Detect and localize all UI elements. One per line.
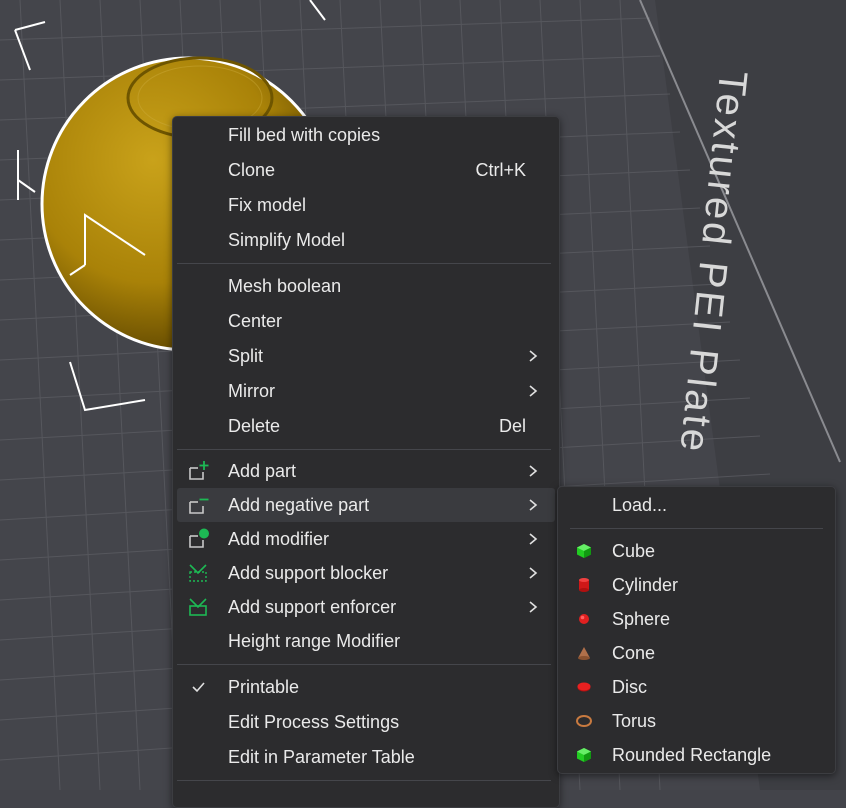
cone-icon [578, 647, 590, 660]
menu-item-mirror[interactable]: Mirror [177, 374, 555, 408]
menu-item-printable[interactable]: Printable [177, 670, 555, 704]
submenu-item-disc[interactable]: Disc [562, 670, 831, 704]
submenu-item-load[interactable]: Load... [562, 488, 831, 522]
menu-item-label: Center [228, 310, 283, 331]
sphere-icon [579, 614, 589, 624]
rounded-rectangle-icon [577, 748, 591, 762]
checkmark-icon [192, 682, 205, 693]
menu-separator [177, 664, 551, 665]
submenu-item-cylinder[interactable]: Cylinder [562, 568, 831, 602]
add-part-icon [189, 461, 209, 480]
chevron-right-icon [529, 350, 538, 362]
menu-item-add-negative-part[interactable]: Add negative part [177, 488, 555, 522]
menu-item-delete[interactable]: Delete Del [177, 409, 555, 443]
shortcut-label: Ctrl+K [475, 159, 526, 180]
menu-item-clone[interactable]: Clone Ctrl+K [177, 153, 555, 187]
menu-item-label: Sphere [612, 608, 671, 629]
menu-item-label: Add support enforcer [228, 596, 397, 617]
menu-item-label: Add support blocker [228, 562, 389, 583]
menu-item-label: Split [228, 345, 264, 366]
chevron-right-icon [529, 499, 538, 511]
menu-item-label: Torus [612, 710, 657, 731]
support-enforcer-icon [189, 598, 207, 616]
submenu-item-rounded-rectangle[interactable]: Rounded Rectangle [562, 738, 831, 772]
disc-icon [577, 682, 591, 692]
menu-item-add-modifier[interactable]: Add modifier [177, 522, 555, 556]
menu-item-label: Fill bed with copies [228, 124, 381, 145]
menu-separator [177, 263, 551, 264]
menu-item-label: Edit Process Settings [228, 711, 400, 732]
menu-item-mesh-boolean[interactable]: Mesh boolean [177, 269, 555, 303]
menu-item-edit-process-settings[interactable]: Edit Process Settings [177, 705, 555, 739]
menu-item-label: Simplify Model [228, 229, 346, 250]
menu-item-center[interactable]: Center [177, 304, 555, 338]
menu-item-label: Printable [228, 676, 300, 697]
menu-item-edit-in-parameter-table[interactable]: Edit in Parameter Table [177, 740, 555, 774]
menu-item-label: Cube [612, 540, 656, 561]
submenu-item-torus[interactable]: Torus [562, 704, 831, 738]
menu-item-label: Mirror [228, 380, 275, 401]
add-modifier-icon [189, 528, 209, 548]
menu-item-simplify-model[interactable]: Simplify Model [177, 223, 555, 257]
menu-separator [177, 780, 551, 781]
menu-item-label: Mesh boolean [228, 275, 342, 296]
torus-icon [576, 715, 592, 727]
menu-item-split[interactable]: Split [177, 339, 555, 373]
context-menu: Fill bed with copies Clone Ctrl+K Fix mo… [172, 116, 560, 808]
cylinder-icon [579, 578, 589, 592]
menu-item-label: Cone [612, 642, 656, 663]
menu-item-fill-bed[interactable]: Fill bed with copies [177, 118, 555, 152]
menu-item-label: Clone [228, 159, 276, 180]
menu-separator [570, 528, 823, 529]
menu-item-label: Cylinder [612, 574, 679, 595]
menu-item-label: Edit in Parameter Table [228, 746, 415, 767]
chevron-right-icon [529, 533, 538, 545]
menu-item-label: Height range Modifier [228, 630, 401, 651]
menu-item-label: Delete [228, 415, 281, 436]
submenu-item-cube[interactable]: Cube [562, 534, 831, 568]
menu-item-add-part[interactable]: Add part [177, 454, 555, 488]
cube-icon [577, 544, 591, 558]
negative-part-submenu: Load... Cube Cylinder Sphere Cone Disc T… [557, 486, 836, 774]
add-negative-part-icon [189, 498, 209, 514]
menu-item-label: Disc [612, 676, 647, 697]
menu-item-height-range-modifier[interactable]: Height range Modifier [177, 624, 555, 658]
menu-item-label: Load... [612, 494, 668, 515]
support-blocker-icon [189, 564, 207, 582]
menu-item-label: Rounded Rectangle [612, 744, 772, 765]
menu-item-label: Add part [228, 460, 297, 481]
submenu-item-cone[interactable]: Cone [562, 636, 831, 670]
chevron-right-icon [529, 601, 538, 613]
chevron-right-icon [529, 385, 538, 397]
menu-item-add-support-blocker[interactable]: Add support blocker [177, 556, 555, 590]
menu-item-fix-model[interactable]: Fix model [177, 188, 555, 222]
menu-item-label: Add modifier [228, 528, 330, 549]
menu-item-add-support-enforcer[interactable]: Add support enforcer [177, 590, 555, 624]
shortcut-label: Del [498, 415, 526, 436]
menu-item-label: Add negative part [228, 494, 370, 515]
submenu-item-sphere[interactable]: Sphere [562, 602, 831, 636]
chevron-right-icon [529, 567, 538, 579]
menu-separator [177, 449, 551, 450]
menu-item-label: Fix model [228, 194, 307, 215]
chevron-right-icon [529, 465, 538, 477]
